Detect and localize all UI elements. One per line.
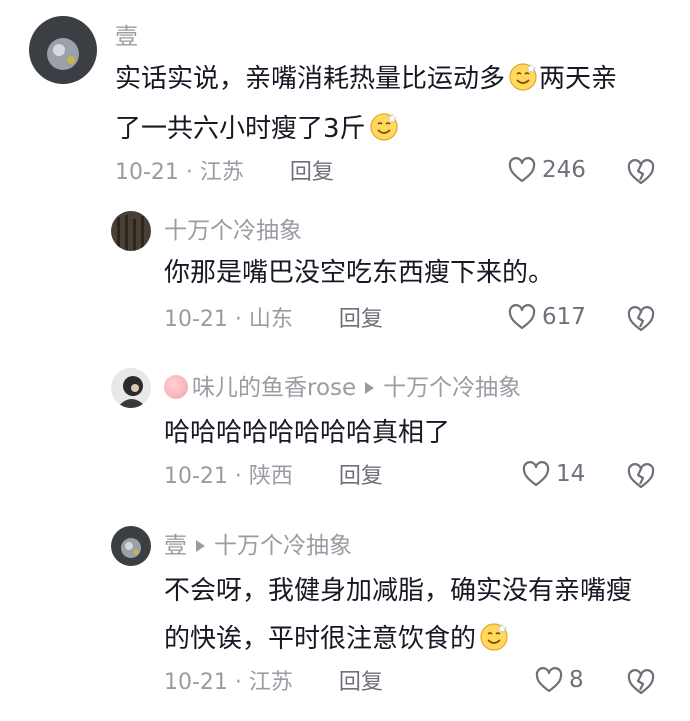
avatar[interactable] [111, 368, 151, 408]
heart-outline-icon [535, 667, 563, 693]
comment-date-location: 10-21 · 江苏 [164, 670, 293, 695]
broken-heart-icon [627, 306, 655, 332]
reply-button[interactable]: 回复 [339, 464, 383, 489]
like-count: 14 [556, 461, 586, 487]
comment-date-location: 10-21 · 江苏 [115, 160, 244, 185]
heart-outline-icon [508, 304, 536, 330]
comment-text: 你那是嘴巴没空吃东西瘦下来的。 [164, 258, 555, 288]
smile-emoji-icon [478, 620, 510, 652]
broken-heart-icon [627, 669, 655, 695]
comment-text: 的快诶，平时很注意饮食的 [164, 614, 510, 664]
comment-author[interactable]: 壹 [115, 22, 138, 52]
comment-text: 不会呀，我健身加减脂，确实没有亲嘴瘦 [164, 576, 633, 606]
dislike-button[interactable] [627, 462, 655, 490]
comment-author[interactable]: 味儿的鱼香rose 十万个冷抽象 [164, 373, 521, 403]
comment-date-location: 10-21 · 陕西 [164, 464, 293, 489]
comment-author[interactable]: 十万个冷抽象 [164, 216, 302, 246]
reply-target[interactable]: 十万个冷抽象 [214, 533, 352, 559]
broken-heart-icon [627, 159, 655, 185]
comment-author[interactable]: 壹十万个冷抽象 [164, 531, 352, 561]
reply-button[interactable]: 回复 [290, 160, 334, 185]
reply-button[interactable]: 回复 [339, 307, 383, 332]
like-button[interactable]: 246 [508, 157, 586, 183]
avatar[interactable] [111, 211, 151, 251]
reply-arrow-icon [196, 539, 205, 552]
like-count: 8 [569, 667, 584, 693]
like-button[interactable]: 8 [535, 667, 584, 693]
dislike-button[interactable] [627, 158, 655, 186]
smile-emoji-icon [368, 110, 400, 142]
reply-arrow-icon [365, 381, 375, 394]
comment-text: 了一共六小时瘦了3斤 [115, 104, 400, 154]
like-count: 246 [542, 157, 586, 183]
heart-outline-icon [508, 157, 536, 183]
comment-date-location: 10-21 · 山东 [164, 307, 293, 332]
comment-meta: 10-21 · 陕西 回复 [164, 462, 383, 492]
comment-text: 哈哈哈哈哈哈哈哈真相了 [164, 418, 451, 448]
comment-meta: 10-21 · 江苏 回复 [115, 158, 334, 188]
peach-emoji-icon [164, 374, 188, 399]
like-button[interactable]: 617 [508, 304, 586, 330]
broken-heart-icon [627, 463, 655, 489]
avatar[interactable] [111, 526, 151, 566]
reply-target[interactable]: 十万个冷抽象 [383, 375, 521, 401]
like-count: 617 [542, 304, 586, 330]
comment-text: 实话实说，亲嘴消耗热量比运动多 两天亲 [115, 54, 617, 104]
dislike-button[interactable] [627, 668, 655, 696]
comment-meta: 10-21 · 江苏 回复 [164, 668, 383, 698]
reply-button[interactable]: 回复 [339, 670, 383, 695]
dislike-button[interactable] [627, 305, 655, 333]
avatar[interactable] [29, 16, 97, 84]
like-button[interactable]: 14 [522, 461, 585, 487]
smile-emoji-icon [507, 60, 539, 92]
heart-outline-icon [522, 461, 550, 487]
comment-meta: 10-21 · 山东 回复 [164, 305, 383, 335]
